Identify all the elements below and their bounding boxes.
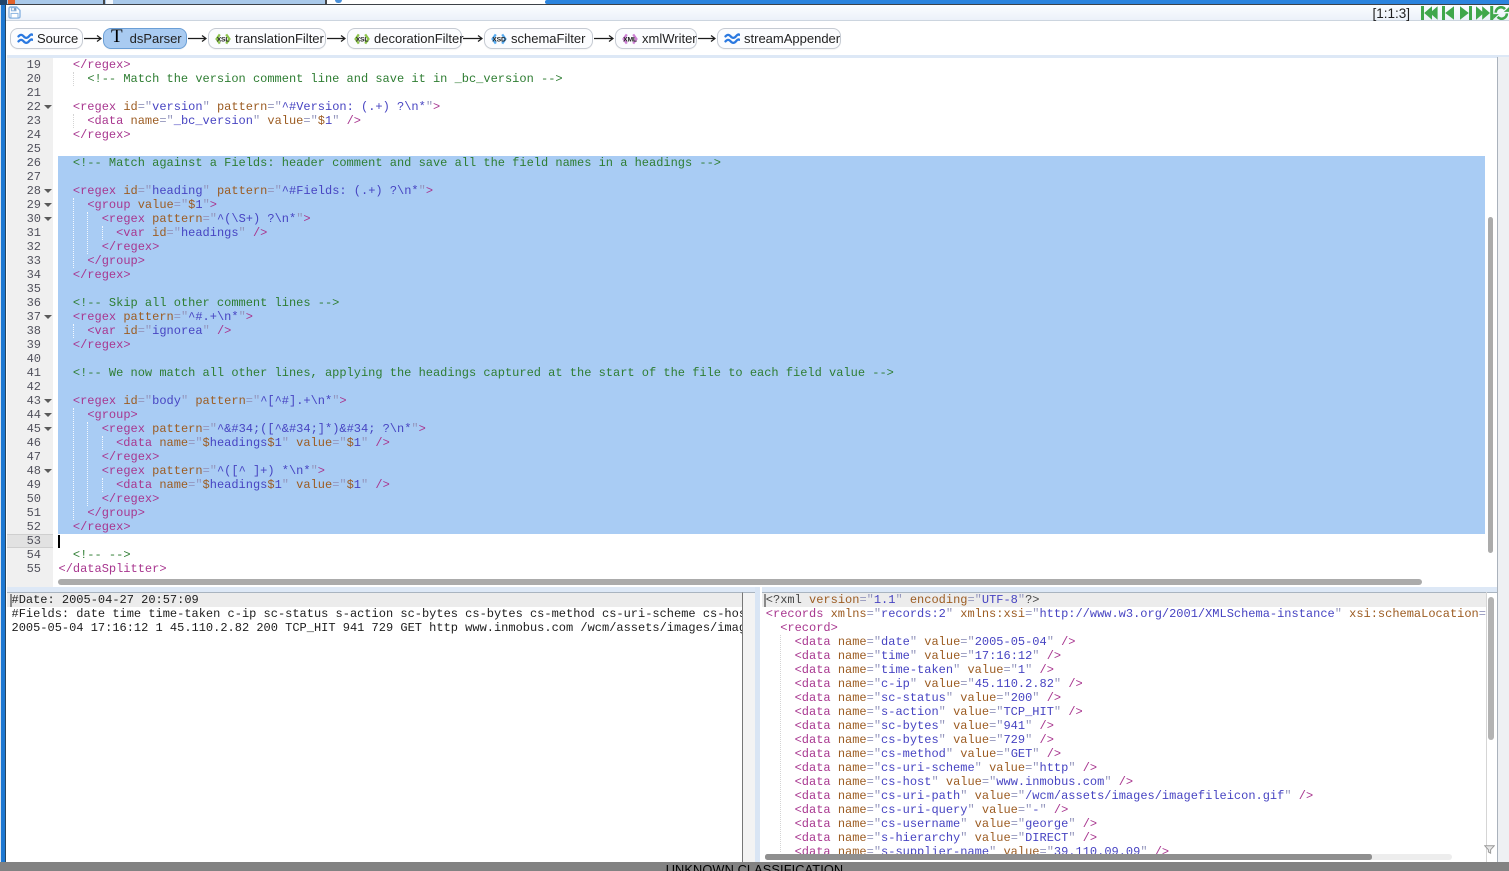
svg-text:XSD: XSD	[492, 36, 506, 43]
svg-text:XSL: XSL	[217, 36, 230, 43]
svg-text:XML: XML	[623, 36, 637, 43]
svg-text:XSL: XSL	[356, 36, 369, 43]
